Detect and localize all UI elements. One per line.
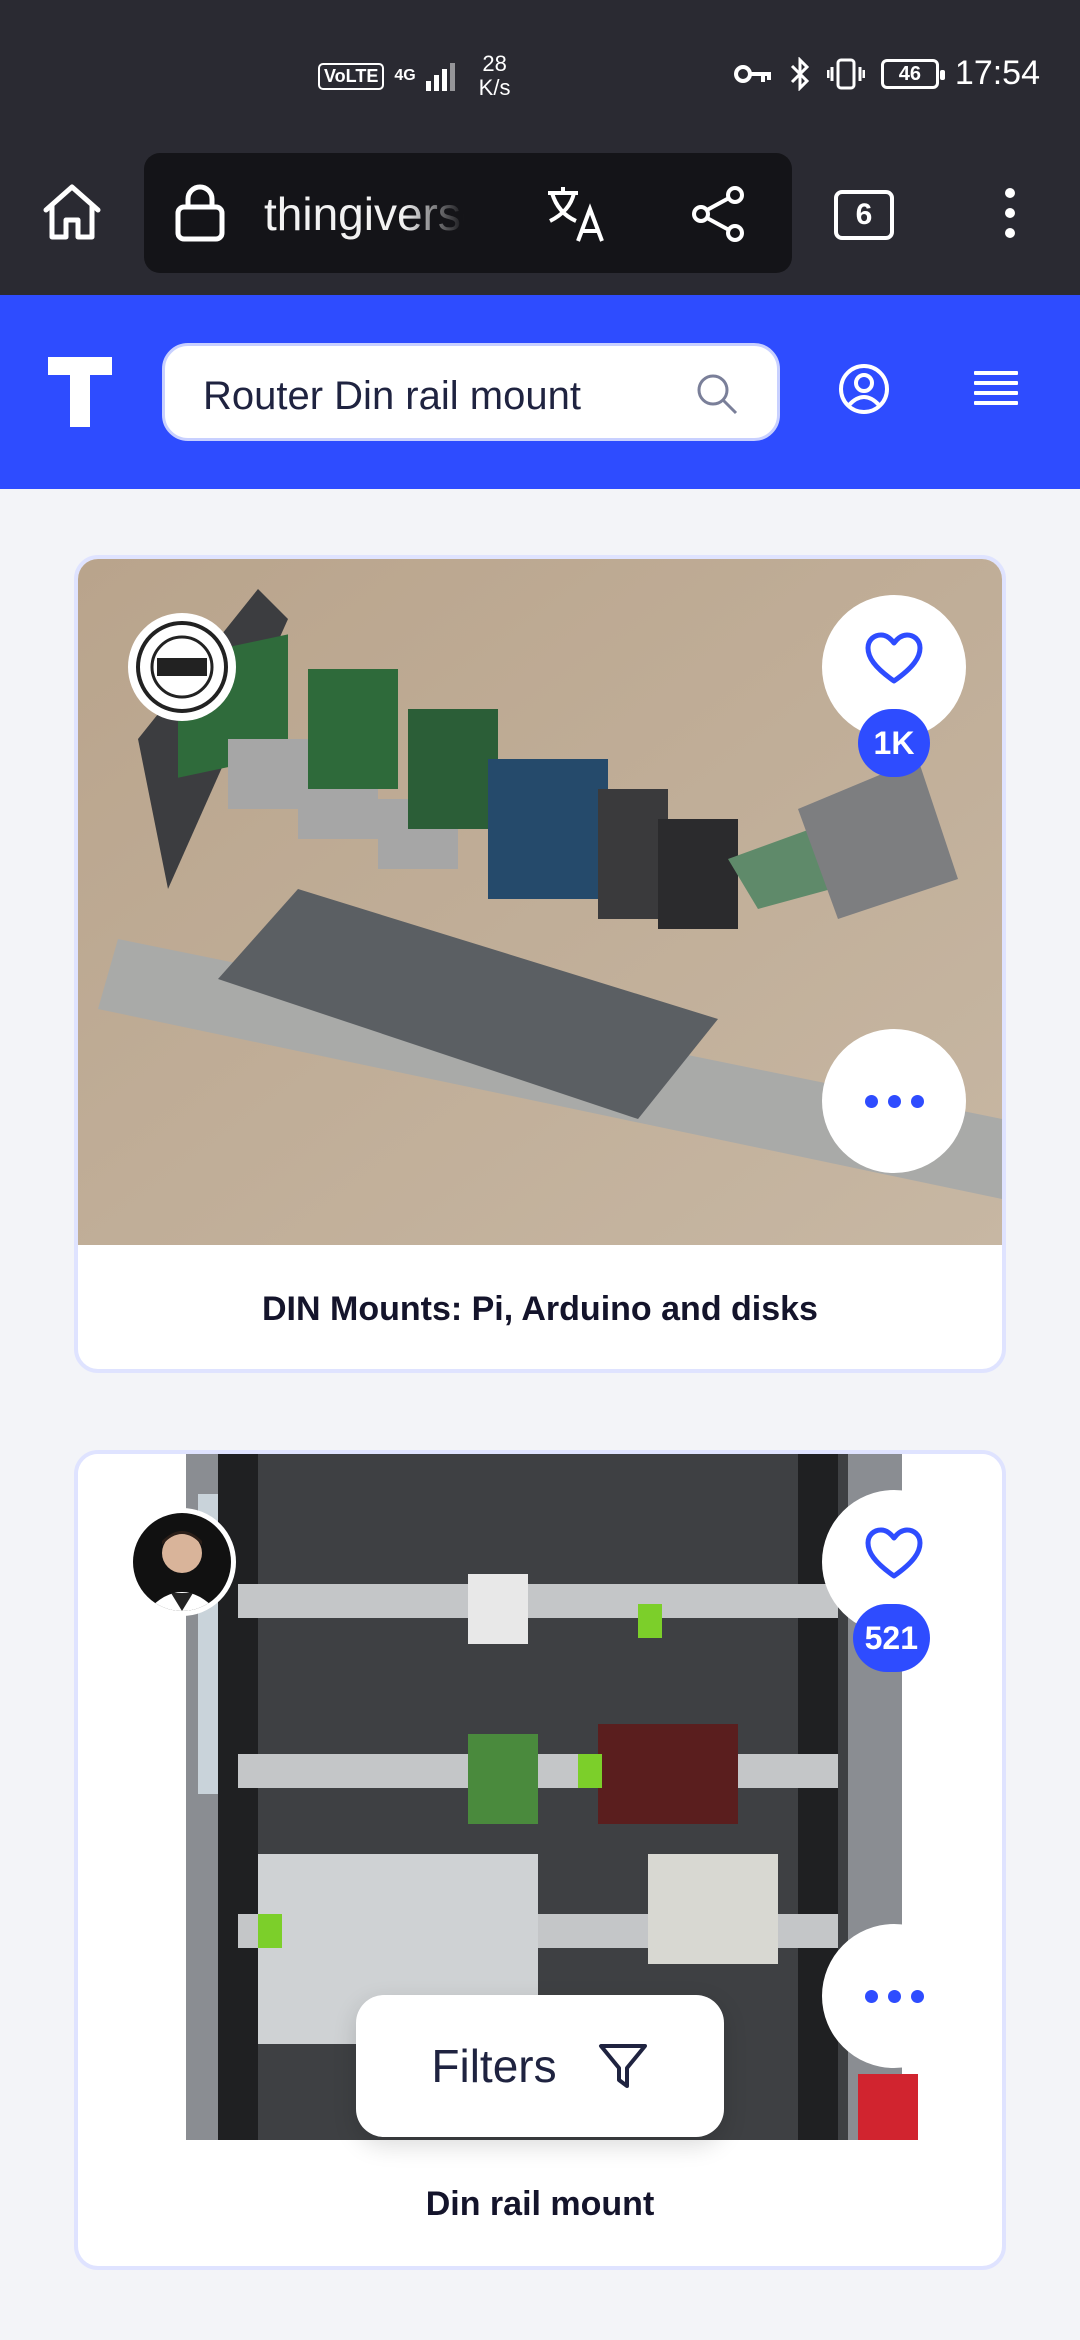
thingiverse-logo[interactable]: [48, 357, 112, 427]
network-speed: 28 K/s: [478, 51, 511, 100]
creator-avatar[interactable]: [128, 1508, 236, 1616]
hamburger-menu-icon[interactable]: [974, 371, 1018, 411]
translate-icon[interactable]: [544, 183, 608, 243]
heart-icon: [865, 1527, 923, 1579]
user-account-icon[interactable]: [838, 363, 890, 415]
system-status: 46 17:54: [733, 54, 1040, 93]
creator-avatar[interactable]: [128, 613, 236, 721]
heart-icon: [865, 632, 923, 684]
home-button[interactable]: [36, 176, 108, 248]
filters-label: Filters: [431, 2040, 557, 2092]
thing-card[interactable]: 1K DIN Mounts: Pi, Arduino and disks: [74, 555, 1006, 1373]
address-bar[interactable]: thingiverse.com: [144, 153, 792, 273]
volte-badge: VoLTE: [318, 62, 385, 90]
network-status: VoLTE 4G 28 K/s: [318, 52, 510, 100]
search-input[interactable]: Router Din rail mount: [162, 343, 780, 441]
filters-button[interactable]: Filters: [356, 1995, 724, 2137]
more-options-button[interactable]: [822, 1924, 966, 2068]
thing-card[interactable]: 521 Din rail mount: [74, 1450, 1006, 2270]
search-icon[interactable]: [695, 372, 739, 416]
lock-icon: [175, 184, 225, 242]
key-icon: [733, 64, 771, 83]
dot-icon: [1005, 208, 1015, 218]
vibrate-icon: [826, 58, 865, 89]
thing-title[interactable]: DIN Mounts: Pi, Arduino and disks: [78, 1245, 1002, 1369]
thing-title[interactable]: Din rail mount: [78, 2140, 1002, 2266]
browser-menu-button[interactable]: [990, 180, 1030, 250]
kiss-badge-icon: [136, 621, 228, 713]
more-options-button[interactable]: [822, 1029, 966, 1173]
clock: 17:54: [954, 54, 1040, 92]
url-text: thingiverse.com: [264, 188, 464, 240]
filter-icon: [598, 2044, 647, 2088]
like-count-badge: 1K: [858, 709, 930, 777]
network-type: 4G: [394, 67, 416, 84]
tab-switcher-button[interactable]: 6: [834, 190, 894, 240]
share-icon[interactable]: [689, 185, 749, 243]
dot-icon: [1005, 228, 1015, 238]
user-photo: [133, 1513, 231, 1611]
battery-icon: 46: [880, 58, 945, 89]
dot-icon: [1005, 188, 1015, 198]
signal-icon: [425, 61, 455, 91]
browser-toolbar: thingiverse.com 6: [0, 150, 1080, 295]
search-query: Router Din rail mount: [203, 374, 581, 418]
site-header: Router Din rail mount: [0, 295, 1080, 489]
home-icon: [43, 184, 101, 240]
status-bar: VoLTE 4G 28 K/s 46 17:54: [0, 0, 1080, 150]
like-count-badge: 521: [852, 1604, 930, 1672]
bluetooth-icon: [790, 56, 810, 91]
